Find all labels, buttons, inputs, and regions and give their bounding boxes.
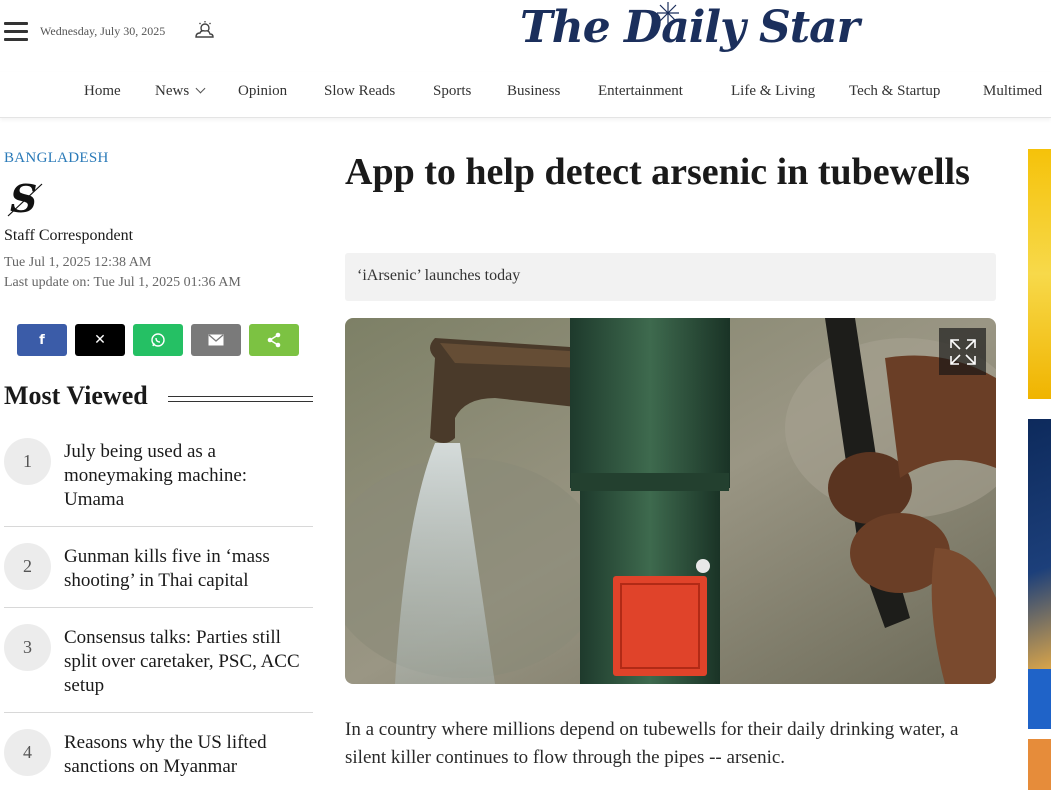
nav-home[interactable]: Home: [84, 83, 121, 100]
article-photo[interactable]: [345, 318, 996, 684]
article-headline: App to help detect arsenic in tubewells: [345, 151, 970, 193]
nav-sports[interactable]: Sports: [433, 83, 471, 100]
most-viewed-title[interactable]: Gunman kills five in ‘mass shooting’ in …: [64, 545, 304, 593]
divider: [4, 607, 313, 608]
expand-icon: [949, 338, 976, 365]
rank-badge: 3: [4, 624, 51, 671]
facebook-share-button[interactable]: f: [17, 324, 67, 356]
article-subheadline: ‘iArsenic’ launches today: [345, 253, 996, 301]
divider: [4, 526, 313, 527]
email-share-button[interactable]: [191, 324, 241, 356]
nav-life-living[interactable]: Life & Living: [731, 83, 815, 100]
nav-news-label: News: [155, 83, 190, 99]
share-icon: [267, 332, 281, 348]
nav-tech-startup[interactable]: Tech & Startup: [849, 83, 940, 100]
author-avatar: S: [7, 178, 43, 220]
main-navigation: Home News Opinion Slow Reads Sports Busi…: [0, 72, 1051, 118]
advertisement-banner[interactable]: [1028, 419, 1051, 669]
advertisement-banner[interactable]: [1028, 149, 1051, 399]
nav-opinion[interactable]: Opinion: [238, 83, 287, 100]
nav-slow-reads[interactable]: Slow Reads: [324, 83, 395, 100]
cloud-sun-icon: [195, 21, 214, 38]
expand-image-button[interactable]: [939, 328, 986, 375]
article-body: In a country where millions depend on tu…: [345, 719, 959, 768]
whatsapp-icon: [151, 333, 165, 347]
nav-multimedia[interactable]: Multimed: [983, 83, 1042, 100]
chevron-down-icon: [195, 83, 206, 94]
x-icon: ✕: [94, 332, 106, 348]
nav-news[interactable]: News: [155, 83, 206, 100]
nav-business[interactable]: Business: [507, 83, 560, 100]
article-category[interactable]: BANGLADESH: [4, 150, 109, 167]
most-viewed-title[interactable]: July being used as a moneymaking machine…: [64, 440, 304, 512]
current-date: Wednesday, July 30, 2025: [40, 24, 166, 38]
most-viewed-title[interactable]: Reasons why the US lifted sanctions on M…: [64, 731, 304, 779]
rank-badge: 4: [4, 729, 51, 776]
most-viewed-heading: Most Viewed: [4, 381, 148, 410]
generic-share-button[interactable]: [249, 324, 299, 356]
advertisement-banner[interactable]: [1028, 669, 1051, 729]
site-logo[interactable]: The Daily Star: [520, 2, 860, 53]
rank-badge: 2: [4, 543, 51, 590]
divider: [4, 712, 313, 713]
published-date: Tue Jul 1, 2025 12:38 AM: [4, 255, 152, 270]
heading-double-rule: [168, 396, 313, 402]
svg-text:S: S: [10, 178, 37, 220]
most-viewed-title[interactable]: Consensus talks: Parties still split ove…: [64, 626, 304, 698]
rank-badge: 1: [4, 438, 51, 485]
top-bar: Wednesday, July 30, 2025 The Daily Star: [0, 0, 1051, 64]
updated-date: Last update on: Tue Jul 1, 2025 01:36 AM: [4, 275, 241, 290]
logo-star-icon: [657, 2, 679, 24]
email-icon: [208, 334, 224, 346]
menu-icon[interactable]: [4, 22, 28, 42]
author-name[interactable]: Staff Correspondent: [4, 227, 133, 245]
x-share-button[interactable]: ✕: [75, 324, 125, 356]
advertisement-banner[interactable]: [1028, 739, 1051, 790]
facebook-icon: f: [39, 332, 45, 348]
whatsapp-share-button[interactable]: [133, 324, 183, 356]
nav-entertainment[interactable]: Entertainment: [598, 83, 683, 100]
